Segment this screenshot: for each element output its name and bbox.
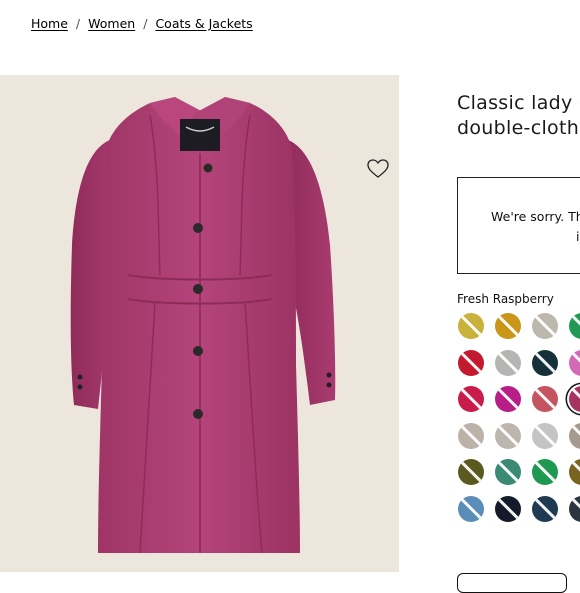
breadcrumb-separator: / bbox=[143, 16, 148, 31]
color-swatch[interactable] bbox=[569, 495, 580, 522]
product-title: Classic lady day double-cloth bbox=[457, 91, 580, 141]
color-swatch[interactable] bbox=[495, 386, 521, 412]
color-swatch[interactable] bbox=[458, 349, 484, 376]
unavailable-slash-icon bbox=[496, 423, 520, 447]
selected-color-name: Fresh Raspberry bbox=[457, 292, 554, 306]
product-image[interactable] bbox=[0, 75, 399, 572]
unavailable-slash-icon bbox=[459, 459, 483, 484]
unavailable-slash-icon bbox=[459, 496, 483, 520]
color-swatch[interactable] bbox=[569, 313, 580, 339]
unavailable-slash-icon bbox=[570, 496, 580, 520]
color-swatch[interactable] bbox=[458, 422, 484, 449]
unavailable-slash-icon bbox=[496, 496, 520, 520]
color-swatch[interactable] bbox=[458, 495, 484, 522]
unavailable-slash-icon bbox=[533, 496, 557, 520]
unavailable-slash-icon bbox=[496, 313, 520, 338]
color-swatch[interactable] bbox=[569, 349, 580, 376]
color-swatch[interactable] bbox=[532, 386, 558, 412]
product-title-line-1: Classic lady day bbox=[457, 92, 580, 114]
color-swatch[interactable] bbox=[569, 459, 580, 485]
unavailable-slash-icon bbox=[533, 313, 557, 338]
color-swatch[interactable] bbox=[495, 495, 521, 522]
notice-message-line-2: i bbox=[576, 229, 580, 244]
unavailable-slash-icon bbox=[533, 459, 557, 484]
color-swatch[interactable] bbox=[495, 349, 521, 376]
add-to-bag-button[interactable] bbox=[457, 573, 567, 593]
color-swatch[interactable] bbox=[495, 459, 521, 485]
product-title-line-2: double-cloth bbox=[457, 117, 580, 139]
color-swatch[interactable] bbox=[532, 349, 558, 376]
unavailable-slash-icon bbox=[570, 313, 580, 338]
unavailable-slash-icon bbox=[570, 386, 580, 411]
color-swatch[interactable] bbox=[495, 422, 521, 449]
breadcrumb-separator: / bbox=[75, 16, 81, 31]
color-swatch[interactable] bbox=[458, 313, 484, 339]
unavailable-slash-icon bbox=[459, 313, 483, 338]
color-swatch[interactable] bbox=[532, 313, 558, 339]
breadcrumb-women[interactable]: Women bbox=[88, 16, 135, 31]
breadcrumb-coats-jackets[interactable]: Coats & Jackets bbox=[155, 16, 252, 31]
color-swatch[interactable] bbox=[532, 495, 558, 522]
unavailable-slash-icon bbox=[570, 459, 580, 484]
unavailable-slash-icon bbox=[459, 350, 483, 374]
color-swatch[interactable] bbox=[458, 459, 484, 485]
color-swatch[interactable] bbox=[532, 422, 558, 449]
color-swatch[interactable] bbox=[569, 386, 580, 412]
unavailable-slash-icon bbox=[533, 386, 557, 411]
out-of-stock-notice: We're sorry. This i bbox=[457, 177, 580, 274]
color-swatch[interactable] bbox=[532, 459, 558, 485]
unavailable-slash-icon bbox=[570, 423, 580, 447]
unavailable-slash-icon bbox=[459, 386, 483, 411]
unavailable-slash-icon bbox=[570, 350, 580, 374]
breadcrumb-home[interactable]: Home bbox=[31, 16, 68, 31]
unavailable-slash-icon bbox=[459, 423, 483, 447]
color-swatch[interactable] bbox=[495, 313, 521, 339]
unavailable-slash-icon bbox=[533, 423, 557, 447]
heart-outline-icon[interactable] bbox=[366, 159, 390, 179]
wool-coat-image bbox=[70, 97, 336, 554]
notice-message-line-1: We're sorry. This bbox=[491, 209, 580, 224]
unavailable-slash-icon bbox=[496, 459, 520, 484]
breadcrumb: Home / Women / Coats & Jackets bbox=[31, 16, 253, 31]
color-swatch[interactable] bbox=[569, 422, 580, 449]
unavailable-slash-icon bbox=[496, 350, 520, 374]
unavailable-slash-icon bbox=[533, 350, 557, 374]
color-swatch[interactable] bbox=[458, 386, 484, 412]
unavailable-slash-icon bbox=[496, 386, 520, 411]
